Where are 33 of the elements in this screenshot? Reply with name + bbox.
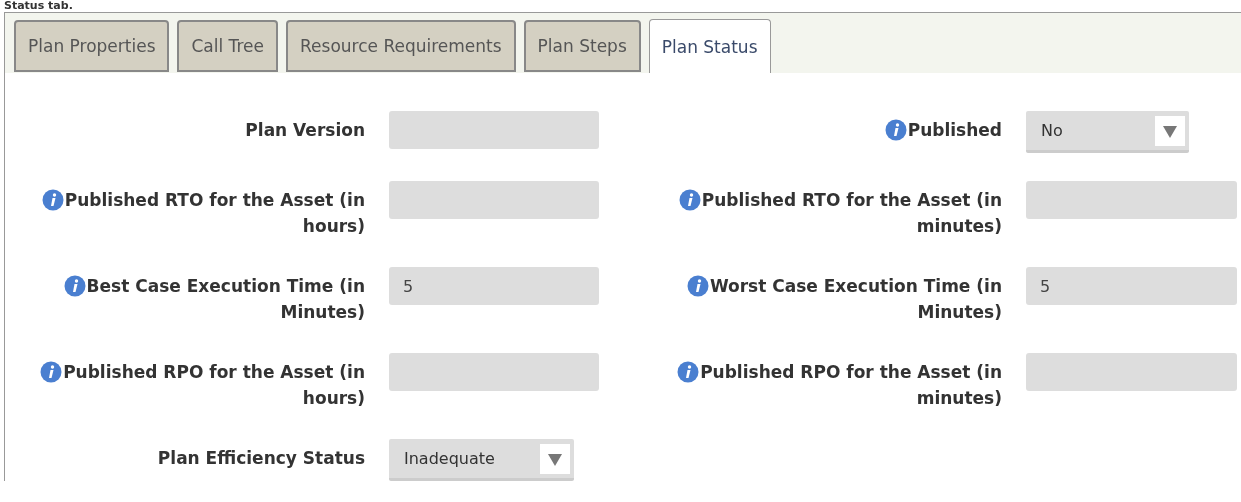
input-field[interactable]: 5 [1026,267,1237,305]
caret-icon [540,443,570,474]
dropdown[interactable]: No [1026,111,1189,153]
tab[interactable]: Plan Status [648,19,771,73]
info-icon[interactable] [686,275,709,297]
info-icon[interactable] [678,189,701,211]
info-icon[interactable] [41,189,64,211]
field-label: Published RPO for the Asset (in minutes) [623,353,1002,411]
input-field[interactable] [389,111,599,149]
info-icon[interactable] [677,361,700,383]
info-icon[interactable] [40,361,63,383]
field-label: Plan Efficiency Status [156,447,365,470]
field-label: Best Case Execution Time (in Minutes) [8,267,365,325]
field-label: Worst Case Execution Time (in Minutes) [623,267,1002,325]
input-field[interactable]: 5 [389,267,599,305]
tab[interactable]: Plan Properties [14,20,170,72]
info-icon[interactable] [63,275,86,297]
input-field[interactable] [389,181,599,219]
field-label: Published RPO for the Asset (in hours) [8,353,365,411]
input-field[interactable] [389,353,599,391]
info-icon[interactable] [884,119,907,141]
field-label: Published RTO for the Asset (in hours) [8,181,365,239]
field-label: Plan Version [244,119,365,142]
tab[interactable]: Resource Requirements [286,20,516,72]
input-field[interactable] [1026,353,1237,391]
tab[interactable]: Call Tree [177,20,279,72]
section-heading: Status tab. [4,0,73,12]
dropdown[interactable]: Inadequate [389,439,574,481]
field-label: Published [623,111,1002,153]
tab[interactable]: Plan Steps [523,20,641,72]
input-field[interactable] [1026,181,1237,219]
caret-icon [1155,115,1185,146]
field-label: Published RTO for the Asset (in minutes) [623,181,1002,239]
